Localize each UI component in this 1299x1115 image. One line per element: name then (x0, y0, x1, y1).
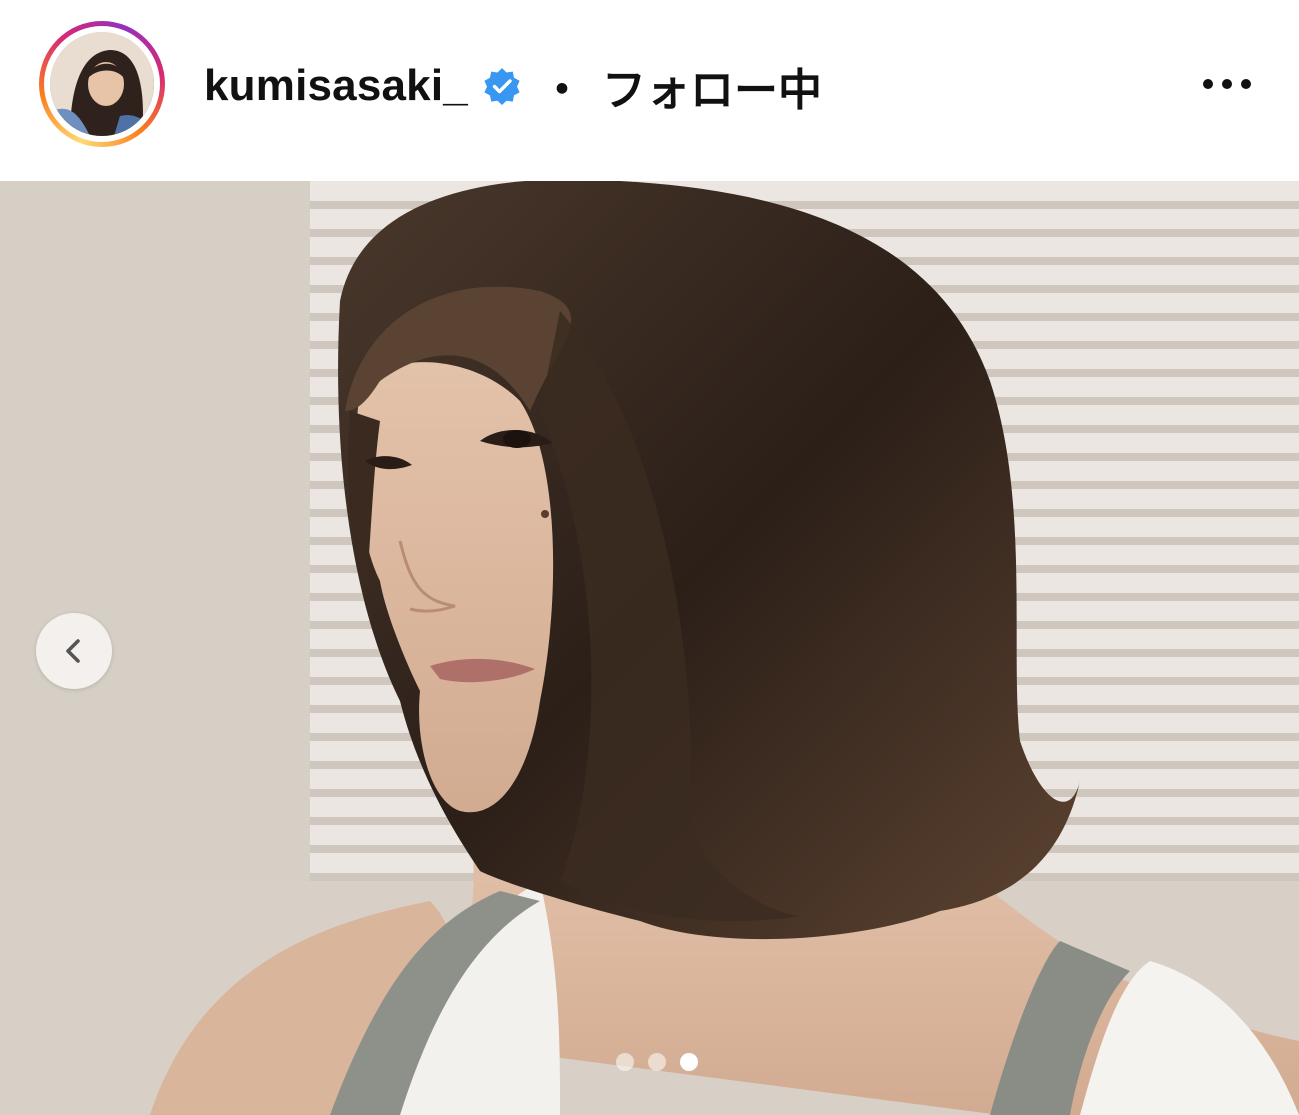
author-row: kumisasaki_ ・ フォロー中 (204, 56, 822, 116)
post-photo (0, 181, 1299, 1115)
avatar-ring-gap (44, 26, 160, 142)
carousel-dot-2[interactable] (648, 1053, 666, 1071)
avatar-image (50, 32, 154, 136)
more-dot-icon (1203, 79, 1213, 89)
chevron-left-icon (66, 639, 80, 663)
post-media[interactable] (0, 181, 1299, 1115)
more-options-button[interactable] (1197, 62, 1257, 106)
more-dot-icon (1241, 79, 1251, 89)
story-ring[interactable] (39, 21, 165, 147)
username-link[interactable]: kumisasaki_ (204, 61, 468, 111)
post-header: kumisasaki_ ・ フォロー中 (0, 0, 1299, 181)
verified-badge-icon (482, 66, 522, 106)
following-button[interactable]: フォロー中 (602, 54, 822, 118)
carousel-indicator (616, 1053, 698, 1071)
more-dot-icon (1222, 79, 1232, 89)
carousel-dot-1[interactable] (616, 1053, 634, 1071)
carousel-prev-button[interactable] (36, 613, 112, 689)
carousel-dot-3-active[interactable] (680, 1053, 698, 1071)
avatar[interactable] (50, 32, 154, 136)
separator-dot: ・ (539, 66, 584, 115)
